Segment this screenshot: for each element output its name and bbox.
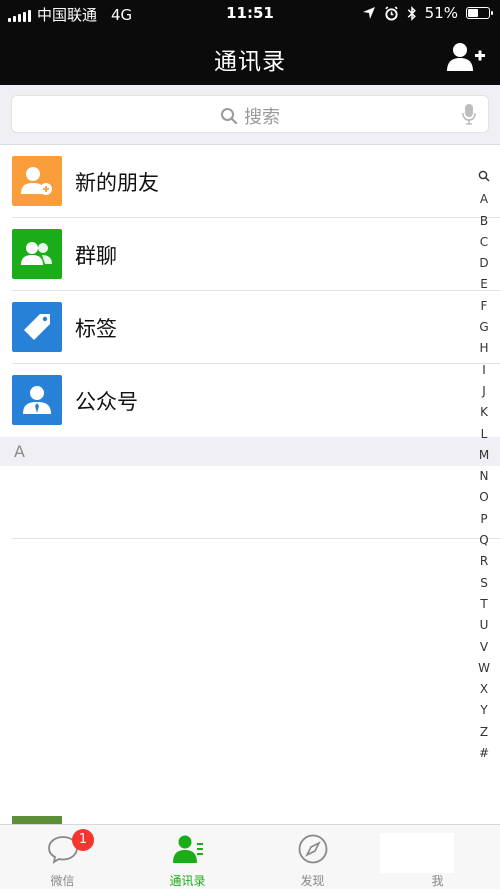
index-letter[interactable]: F: [472, 296, 496, 317]
tag-icon: [12, 302, 62, 352]
index-letter[interactable]: K: [472, 402, 496, 423]
index-letter[interactable]: #: [472, 743, 496, 764]
search-placeholder: 搜索: [244, 107, 280, 128]
list-item-group-chat[interactable]: 群聊: [0, 218, 500, 291]
index-letter[interactable]: X: [472, 679, 496, 700]
new-friends-icon: [12, 156, 62, 206]
index-letter[interactable]: O: [472, 487, 496, 508]
divider: [12, 538, 500, 539]
battery-fill: [468, 9, 478, 17]
unread-badge: 1: [72, 829, 94, 851]
contacts-icon: [173, 835, 203, 863]
list-item-label: 公众号: [75, 390, 138, 414]
index-letter[interactable]: M: [472, 445, 496, 466]
index-letter[interactable]: I: [472, 360, 496, 381]
index-letter[interactable]: Z: [472, 722, 496, 743]
tab-label: 通讯录: [169, 874, 206, 888]
index-letter[interactable]: Q: [472, 530, 496, 551]
index-letter[interactable]: R: [472, 551, 496, 572]
tab-label: 微信: [50, 874, 75, 888]
alarm-icon: [384, 5, 398, 21]
page-title: 通讯录: [214, 49, 286, 75]
search-area: 搜索: [0, 85, 500, 145]
index-letter[interactable]: V: [472, 637, 496, 658]
tab-chats[interactable]: 1 微信: [0, 825, 125, 890]
contact-avatar: [12, 816, 62, 824]
overlay-box: [380, 833, 454, 873]
index-letter[interactable]: Y: [472, 700, 496, 721]
search-input[interactable]: 搜索: [11, 95, 489, 133]
index-letter[interactable]: C: [472, 232, 496, 253]
compass-icon: [298, 834, 328, 864]
tab-label: 我: [431, 874, 444, 888]
index-letter[interactable]: T: [472, 594, 496, 615]
group-chat-icon: [12, 229, 62, 279]
list-item-label: 群聊: [75, 244, 117, 268]
index-letter[interactable]: D: [472, 253, 496, 274]
contact-row[interactable]: [0, 466, 500, 539]
index-letter[interactable]: J: [472, 381, 496, 402]
index-letter[interactable]: W: [472, 658, 496, 679]
tab-discover[interactable]: 发现: [250, 825, 375, 890]
index-letter[interactable]: L: [472, 424, 496, 445]
list-item-new-friends[interactable]: 新的朋友: [0, 145, 500, 218]
section-letter: A: [14, 442, 25, 461]
nav-bar: 通讯录: [0, 28, 500, 85]
index-letter[interactable]: N: [472, 466, 496, 487]
location-arrow-icon: [362, 7, 375, 19]
official-account-icon: [12, 375, 62, 425]
section-header-a: A: [0, 437, 500, 466]
list-item-tags[interactable]: 标签: [0, 291, 500, 364]
index-letter[interactable]: A: [472, 189, 496, 210]
index-letter[interactable]: E: [472, 274, 496, 295]
status-bar: 中国联通 4G 11:51 51%: [0, 0, 500, 28]
index-letter[interactable]: B: [472, 211, 496, 232]
microphone-icon[interactable]: [462, 103, 476, 125]
search-placeholder-group: 搜索: [12, 103, 488, 129]
list-item-label: 新的朋友: [75, 171, 159, 195]
index-search-icon[interactable]: [472, 168, 496, 189]
tab-label: 发现: [300, 874, 325, 888]
contact-list: 新的朋友 群聊 标签 公众号: [0, 145, 500, 437]
battery-percent: 51%: [424, 4, 458, 22]
list-item-official-accounts[interactable]: 公众号: [0, 364, 500, 437]
index-letter[interactable]: U: [472, 615, 496, 636]
add-friend-icon: [447, 43, 485, 71]
search-icon: [221, 108, 238, 125]
index-letter[interactable]: S: [472, 573, 496, 594]
add-friend-button[interactable]: [446, 41, 486, 73]
status-right: 51%: [362, 4, 493, 22]
index-letter[interactable]: H: [472, 338, 496, 359]
index-letter[interactable]: P: [472, 509, 496, 530]
index-letter[interactable]: G: [472, 317, 496, 338]
alphabet-index[interactable]: A B C D E F G H I J K L M N O P Q R S T U V W X Y Z #: [472, 168, 496, 764]
list-item-label: 标签: [75, 317, 117, 341]
battery-icon: [466, 7, 493, 19]
bluetooth-icon: [407, 5, 416, 21]
tab-contacts[interactable]: 通讯录: [125, 825, 250, 890]
